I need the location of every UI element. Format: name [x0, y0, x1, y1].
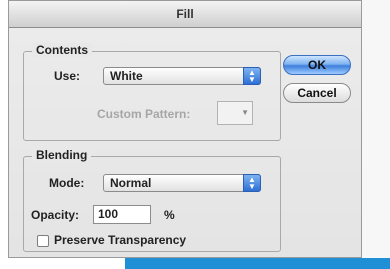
dialog-title: Fill [176, 7, 194, 21]
blending-legend: Blending [32, 148, 92, 162]
ok-button-label: OK [308, 58, 326, 72]
cancel-button-label: Cancel [297, 86, 337, 100]
triangle-down-icon: ▼ [241, 108, 249, 117]
up-down-arrows-icon: ▲ ▼ [243, 67, 261, 85]
preserve-transparency-checkbox[interactable] [37, 235, 49, 247]
use-label: Use: [54, 69, 81, 83]
contents-group: Contents [23, 43, 281, 141]
preserve-transparency-label: Preserve Transparency [54, 233, 187, 247]
mode-select-value: Normal [110, 176, 152, 190]
blue-strip [125, 258, 390, 269]
opacity-label: Opacity: [31, 208, 80, 222]
contents-legend: Contents [32, 43, 92, 57]
mode-select[interactable]: Normal ▲ ▼ [103, 174, 261, 192]
opacity-unit: % [164, 208, 175, 222]
opacity-input[interactable]: 100 [93, 205, 151, 224]
background-area [362, 0, 390, 258]
fill-dialog: Fill Contents Use: White ▲ ▼ Custom Patte… [8, 0, 362, 258]
title-bar: Fill [9, 1, 361, 28]
ok-button[interactable]: OK [283, 55, 351, 75]
cancel-button[interactable]: Cancel [283, 83, 351, 103]
mode-label: Mode: [49, 176, 85, 190]
up-down-arrows-icon: ▲ ▼ [243, 174, 261, 192]
use-select[interactable]: White ▲ ▼ [103, 67, 261, 85]
custom-pattern-swatch[interactable]: ▼ [217, 101, 253, 125]
custom-pattern-label: Custom Pattern: [97, 107, 191, 121]
use-select-value: White [110, 69, 143, 83]
